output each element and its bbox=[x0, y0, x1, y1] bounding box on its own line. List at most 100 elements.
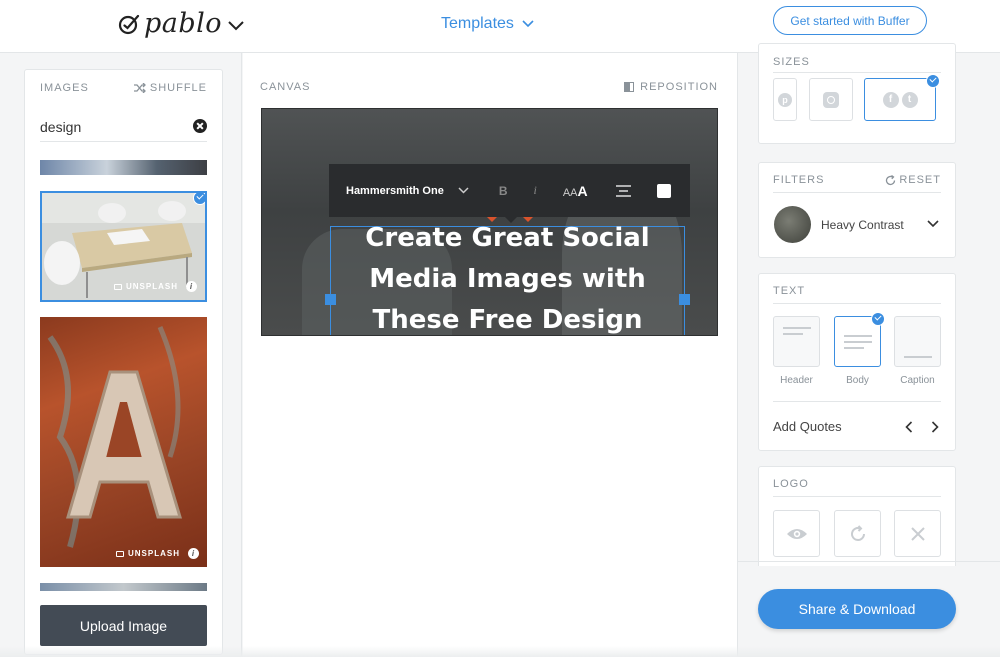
color-swatch-icon[interactable] bbox=[656, 183, 671, 198]
filters-header: FILTERS RESET bbox=[773, 174, 941, 186]
info-icon[interactable]: i bbox=[188, 548, 199, 559]
font-size-button[interactable]: AAA bbox=[563, 183, 588, 199]
image-thumbnail[interactable]: UNSPLASH i bbox=[40, 317, 207, 567]
bold-button[interactable]: B bbox=[499, 184, 508, 198]
font-family-select[interactable]: Hammersmith One bbox=[346, 185, 444, 197]
shuffle-icon bbox=[133, 83, 146, 93]
add-quotes-label[interactable]: Add Quotes bbox=[773, 419, 842, 434]
text-style-caption[interactable] bbox=[894, 316, 941, 367]
divider bbox=[773, 192, 941, 193]
style-line bbox=[844, 341, 872, 343]
facebook-icon: f bbox=[882, 91, 899, 108]
italic-button[interactable]: i bbox=[533, 183, 536, 198]
filters-title: FILTERS bbox=[773, 174, 825, 186]
image-thumbnail[interactable] bbox=[40, 160, 207, 175]
logo-panel: LOGO bbox=[758, 466, 956, 566]
style-line bbox=[844, 347, 864, 349]
selected-check-icon bbox=[193, 193, 205, 205]
images-title: IMAGES bbox=[40, 82, 89, 94]
text-toolbar: Hammersmith One B i AAA bbox=[329, 164, 690, 217]
text-title: TEXT bbox=[773, 285, 806, 297]
filter-preview bbox=[774, 206, 811, 243]
camera-icon bbox=[115, 550, 124, 557]
search-input[interactable] bbox=[40, 118, 180, 135]
logo-remove-button[interactable] bbox=[894, 510, 941, 557]
chevron-down-icon[interactable] bbox=[458, 187, 469, 194]
font-size-small: AA bbox=[562, 186, 578, 199]
logo-reset-button[interactable] bbox=[834, 510, 881, 557]
resize-handle-left[interactable] bbox=[325, 294, 336, 305]
logo-title: LOGO bbox=[773, 478, 809, 490]
eye-icon bbox=[786, 528, 807, 539]
chevron-right-icon[interactable] bbox=[931, 421, 939, 433]
letter-a-photo bbox=[47, 326, 183, 548]
headline-text-box[interactable]: Create Great Social Media Images with Th… bbox=[325, 223, 690, 335]
reposition-button[interactable]: REPOSITION bbox=[624, 81, 718, 93]
close-icon bbox=[910, 526, 925, 541]
canvas-area: CANVAS REPOSITION Hammersmith One B i AA… bbox=[243, 53, 737, 657]
selected-check-icon bbox=[926, 74, 940, 88]
unsplash-credit: UNSPLASH i bbox=[115, 548, 199, 559]
templates-label: Templates bbox=[441, 15, 514, 32]
filter-select[interactable]: Heavy Contrast bbox=[821, 218, 904, 232]
logo-visibility-button[interactable] bbox=[773, 510, 820, 557]
divider bbox=[773, 496, 941, 497]
divider bbox=[773, 401, 941, 402]
chevron-down-icon[interactable] bbox=[927, 220, 939, 228]
shuffle-button[interactable]: SHUFFLE bbox=[133, 82, 207, 94]
twitter-icon: t bbox=[901, 91, 918, 108]
design-canvas[interactable]: Hammersmith One B i AAA Create Great Soc… bbox=[261, 108, 718, 336]
pinterest-icon: p bbox=[778, 92, 792, 107]
style-line bbox=[844, 335, 872, 337]
text-style-body[interactable] bbox=[834, 312, 885, 367]
unsplash-label: UNSPLASH bbox=[127, 549, 180, 558]
share-download-button[interactable]: Share & Download bbox=[758, 589, 956, 629]
size-pinterest[interactable]: p bbox=[773, 78, 797, 121]
chevron-down-icon bbox=[522, 20, 534, 28]
right-sidebar: SIZES p f t FILTERS RESET Heavy Contrast… bbox=[737, 43, 1000, 657]
clear-search-icon[interactable] bbox=[193, 119, 207, 133]
camera-icon bbox=[113, 283, 122, 290]
toolbar-marker bbox=[487, 217, 497, 222]
canvas-title: CANVAS bbox=[260, 81, 311, 93]
reset-icon bbox=[886, 174, 896, 185]
reset-filters-button[interactable]: RESET bbox=[885, 174, 941, 186]
size-facebook-twitter[interactable]: f t bbox=[864, 74, 940, 121]
templates-menu[interactable]: Templates bbox=[441, 15, 534, 33]
sizes-title: SIZES bbox=[773, 56, 810, 68]
get-started-button[interactable]: Get started with Buffer bbox=[773, 6, 927, 35]
divider bbox=[773, 72, 941, 73]
divider bbox=[773, 303, 941, 304]
image-thumbnail[interactable] bbox=[40, 583, 207, 591]
text-panel: TEXT Header Body Caption Add Quotes bbox=[758, 273, 956, 451]
images-header: IMAGES SHUFFLE bbox=[40, 82, 207, 94]
shuffle-label: SHUFFLE bbox=[149, 82, 207, 94]
logo-header: LOGO bbox=[773, 478, 941, 490]
logo-check-icon bbox=[118, 14, 140, 34]
headline-text[interactable]: Create Great Social Media Images with Th… bbox=[335, 218, 680, 335]
reposition-label: REPOSITION bbox=[640, 81, 718, 93]
image-thumbnail-selected[interactable]: UNSPLASH i bbox=[40, 191, 207, 302]
toolbar-pointer bbox=[505, 217, 517, 223]
chevron-left-icon[interactable] bbox=[905, 421, 913, 433]
resize-handle-right[interactable] bbox=[679, 294, 690, 305]
left-sidebar: IMAGES SHUFFLE design UNSPLASH i UNSPLAS… bbox=[0, 53, 242, 657]
style-line bbox=[783, 327, 811, 329]
text-style-header[interactable] bbox=[773, 316, 820, 367]
style-line bbox=[783, 333, 803, 335]
selected-check-icon bbox=[871, 312, 885, 326]
unsplash-label: UNSPLASH bbox=[125, 282, 178, 291]
image-search bbox=[40, 112, 207, 142]
style-label-header: Header bbox=[780, 375, 813, 386]
divider bbox=[738, 561, 1000, 562]
instagram-icon bbox=[823, 91, 839, 108]
align-center-icon[interactable] bbox=[615, 184, 631, 197]
font-size-large: A bbox=[577, 182, 588, 199]
filters-panel: FILTERS RESET Heavy Contrast bbox=[758, 162, 956, 258]
info-icon[interactable]: i bbox=[186, 281, 197, 292]
images-panel: IMAGES SHUFFLE design UNSPLASH i UNSPLAS… bbox=[24, 69, 223, 655]
pablo-logo[interactable]: pablo bbox=[118, 8, 244, 39]
style-line bbox=[904, 356, 932, 358]
upload-image-button[interactable]: Upload Image bbox=[40, 605, 207, 646]
size-instagram[interactable] bbox=[809, 78, 853, 121]
